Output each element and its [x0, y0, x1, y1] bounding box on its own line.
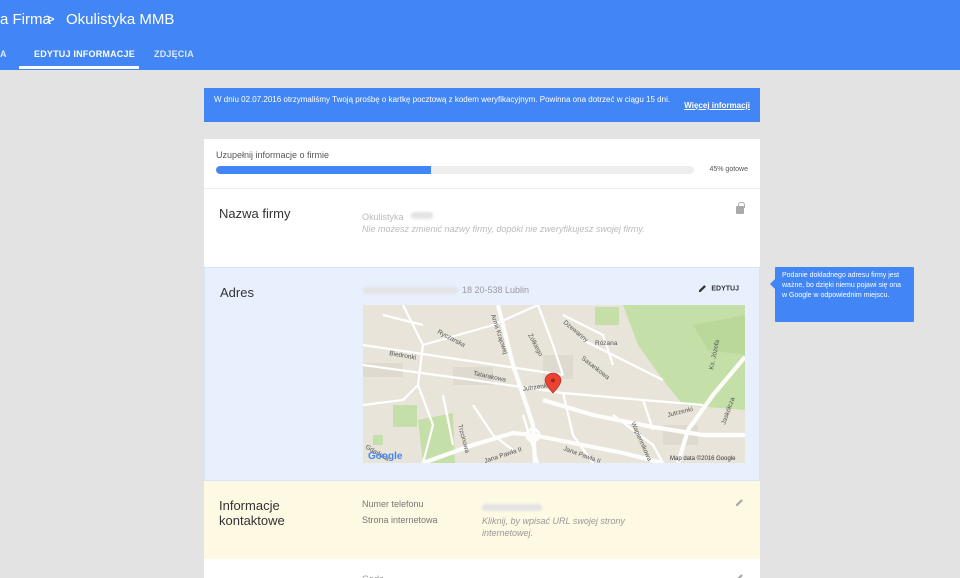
edit-address-button[interactable]: EDYTUJ: [698, 284, 739, 293]
completion-status: 45% gotowe: [709, 166, 748, 173]
redacted-text: [363, 287, 458, 295]
business-name-section: Nazwa firmy Okulistyka Nie możesz zmieni…: [204, 189, 760, 267]
tab-edit-info[interactable]: EDYTUJ INFORMACJE: [34, 49, 135, 59]
business-name-title: Nazwa firmy: [219, 206, 291, 221]
address-map[interactable]: Ryczarska Armii Krajowej Dzewanny Żółkie…: [363, 305, 745, 463]
hours-section[interactable]: Godz: [204, 559, 760, 578]
map-canvas: Ryczarska Armii Krajowej Dzewanny Żółkie…: [363, 305, 745, 463]
banner-message: W dniu 02.07.2016 otrzymaliśmy Twoją pro…: [214, 95, 671, 104]
active-tab-indicator: [19, 66, 139, 69]
more-info-link[interactable]: Więcej informacji: [684, 100, 750, 111]
address-tooltip: Podanie dokładnego adresu firmy jest waż…: [770, 267, 914, 322]
contact-title: Informacje kontaktowe: [219, 498, 285, 528]
street-label: Różana: [595, 340, 618, 347]
business-name-note: Nie możesz zmienić nazwy firmy, dopóki n…: [362, 224, 645, 234]
breadcrumb-parent[interactable]: a Firma: [0, 11, 51, 28]
chevron-right-icon: >: [46, 11, 55, 28]
page-title: Okulistyka MMB: [66, 11, 175, 28]
pencil-icon[interactable]: [735, 498, 744, 507]
app-bar: a Firma > Okulistyka MMB A EDYTUJ INFORM…: [0, 0, 960, 70]
pencil-icon: [699, 285, 707, 293]
address-value: 18 20-538 Lublin: [363, 285, 529, 295]
edit-address-label: EDYTUJ: [711, 285, 739, 293]
address-title: Adres: [220, 285, 254, 300]
website-label: Strona internetowa: [362, 515, 438, 525]
verification-banner: W dniu 02.07.2016 otrzymaliśmy Twoją pro…: [204, 88, 760, 122]
redacted-text: [482, 504, 542, 512]
map-copyright: Map data ©2016 Google: [670, 455, 736, 462]
tab-previous[interactable]: A: [0, 49, 7, 59]
completion-label: Uzupełnij informacje o firmie: [216, 150, 330, 160]
completion-card: Uzupełnij informacje o firmie 45% gotowe: [204, 139, 760, 189]
website-placeholder[interactable]: Kliknij, by wpisać URL swojej strony int…: [482, 515, 672, 539]
contact-section[interactable]: Informacje kontaktowe Numer telefonu Str…: [204, 481, 760, 559]
completion-progress-fill: [216, 166, 432, 174]
lock-icon: [736, 202, 745, 214]
address-section[interactable]: Adres 18 20-538 Lublin EDYTUJ Ryczarska …: [204, 267, 760, 481]
hours-label: Godz: [362, 574, 384, 578]
google-logo: Google: [368, 451, 403, 462]
completion-progress-bar: [216, 166, 694, 174]
phone-label: Numer telefonu: [362, 499, 424, 509]
tab-photos[interactable]: ZDJĘCIA: [154, 49, 194, 59]
address-visible-text: 18 20-538 Lublin: [462, 285, 530, 295]
redacted-text: [410, 212, 433, 220]
business-name-text: Okulistyka: [362, 212, 404, 222]
pencil-icon[interactable]: [735, 573, 744, 578]
